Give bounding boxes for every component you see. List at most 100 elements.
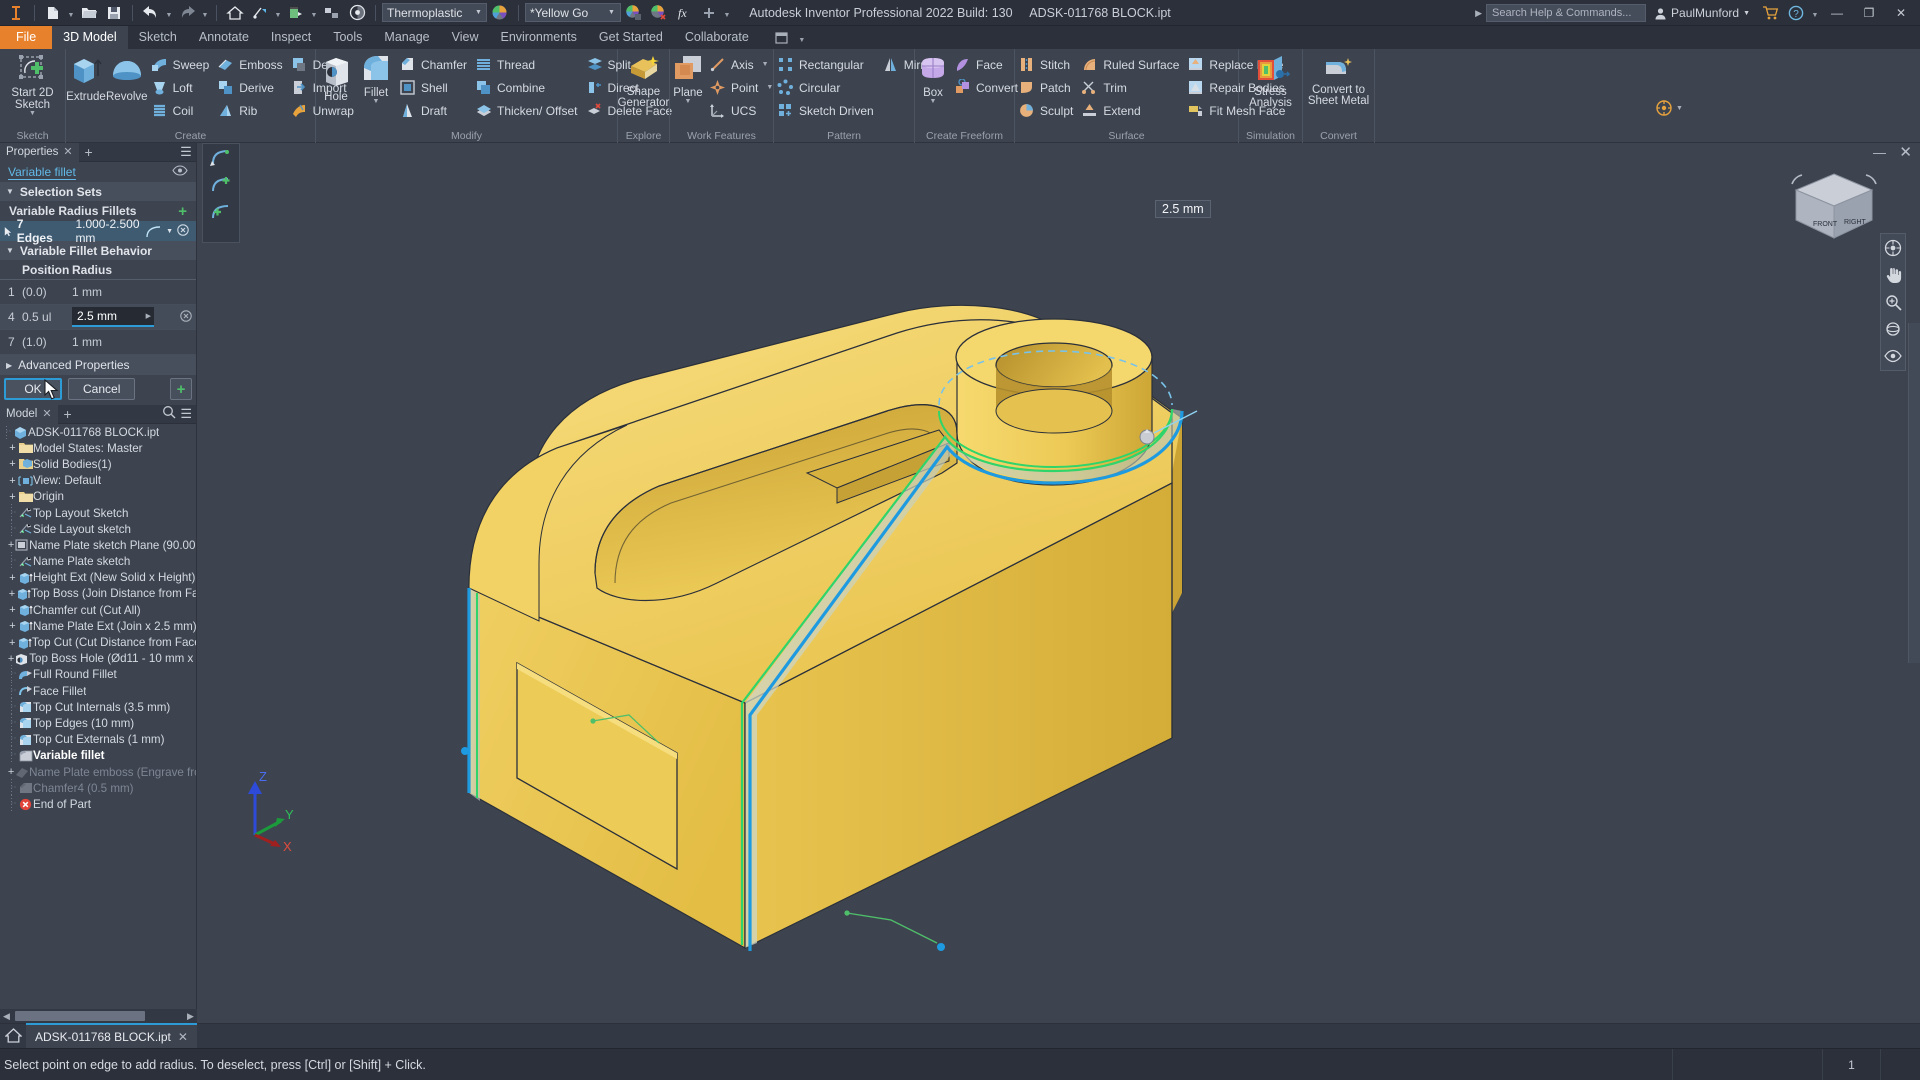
appearance-selector[interactable]: *Yellow Go ▼ xyxy=(524,3,621,22)
add-button[interactable]: + xyxy=(170,378,192,400)
model-tree-container[interactable]: ADSK-011768 BLOCK.ipt + Model States: Mast… xyxy=(0,424,196,1030)
add-tab-button[interactable]: + xyxy=(79,144,99,160)
chevron-down-icon[interactable]: ▼ xyxy=(762,61,769,68)
derive-button[interactable]: Derive xyxy=(214,76,287,99)
scroll-left-arrow-icon[interactable]: ◀ xyxy=(0,1011,13,1022)
tree-item[interactable]: + Top Cut (Cut Distance from Face) xyxy=(0,634,196,650)
ribbon-overflow[interactable]: ▼ xyxy=(1655,99,1683,117)
new-file-dropdown-caret[interactable]: ▼ xyxy=(66,2,76,24)
chevron-down-icon[interactable]: ▼ xyxy=(373,98,380,105)
ribbon-tab-view[interactable]: View xyxy=(441,26,490,49)
freeform-face-button[interactable]: Face xyxy=(951,53,1023,76)
ribbon-tab-sketch[interactable]: Sketch xyxy=(128,26,188,49)
fillet-row-radius-edit[interactable]: 2.5 mm ▶ xyxy=(72,307,176,327)
undo-dropdown-caret[interactable]: ▼ xyxy=(164,2,174,24)
scrollbar-thumb[interactable] xyxy=(15,1011,145,1021)
scroll-right-arrow-icon[interactable]: ▶ xyxy=(184,1011,197,1022)
extend-button[interactable]: Extend xyxy=(1078,99,1184,122)
tree-item[interactable]: End of Part xyxy=(0,794,196,812)
tree-item[interactable]: Name Plate sketch xyxy=(0,552,196,570)
tree-expander-icon[interactable]: + xyxy=(7,443,18,454)
cancel-button[interactable]: Cancel xyxy=(68,378,136,400)
close-icon[interactable]: ✕ xyxy=(63,143,72,162)
section-variable-fillet-behavior[interactable]: ▼ Variable Fillet Behavior xyxy=(0,241,196,260)
open-file-icon[interactable] xyxy=(77,2,101,24)
user-account-button[interactable]: PaulMunford ▼ xyxy=(1648,2,1756,24)
tree-item[interactable]: Full Round Fillet xyxy=(0,665,196,683)
ribbon-tab-tools[interactable]: Tools xyxy=(322,26,373,49)
fillet-row[interactable]: 4 0.5 ul 2.5 mm ▶ xyxy=(0,305,196,330)
tree-expander-icon[interactable]: + xyxy=(7,653,15,664)
loft-button[interactable]: Loft xyxy=(148,76,215,99)
ribbon-tab-environments[interactable]: Environments xyxy=(489,26,587,49)
update-dropdown-caret[interactable]: ▼ xyxy=(309,2,319,24)
chevron-down-icon[interactable]: ▼ xyxy=(685,98,692,105)
ribbon-display-icon[interactable] xyxy=(770,27,794,49)
stress-analysis-button[interactable]: Stress Analysis xyxy=(1242,51,1300,123)
freeform-box-button[interactable]: Box ▼ xyxy=(915,51,951,123)
new-file-icon[interactable] xyxy=(41,2,65,24)
tree-item[interactable]: Face Fillet xyxy=(0,681,196,699)
help-dropdown-caret[interactable]: ▼ xyxy=(1810,2,1820,24)
material-selector[interactable]: Thermoplastic ▼ xyxy=(382,3,487,22)
tree-item[interactable]: + View: Default xyxy=(0,473,196,489)
ribbon-tab-get-started[interactable]: Get Started xyxy=(588,26,674,49)
return-dropdown-caret[interactable]: ▼ xyxy=(273,2,283,24)
tree-item[interactable]: + Top Boss (Join Distance from Face) xyxy=(0,586,196,602)
add-browser-tab-button[interactable]: + xyxy=(58,406,78,422)
sweep-button[interactable]: Sweep xyxy=(148,53,215,76)
tree-item[interactable]: + Name Plate emboss (Engrave from Face x … xyxy=(0,764,196,780)
orbit-icon[interactable] xyxy=(1882,319,1904,339)
convert-sheet-metal-button[interactable]: Convert to Sheet Metal xyxy=(1306,51,1372,123)
fillet-row-position[interactable]: 0.5 ul xyxy=(22,310,72,324)
extrude-button[interactable]: Extrude xyxy=(66,51,106,123)
qat-dropdown-caret[interactable]: ▼ xyxy=(722,2,732,24)
tree-item[interactable]: + Chamfer cut (Cut All) xyxy=(0,602,196,618)
close-button[interactable]: ✕ xyxy=(1886,0,1916,26)
fillet-row-position[interactable]: (1.0) xyxy=(22,335,72,349)
view-cube[interactable]: FRONT RIGHT xyxy=(1788,168,1880,246)
material-browser-icon[interactable] xyxy=(488,2,512,24)
selection-row-edges[interactable]: 7 Edges 1.000-2.500 mm ▼ xyxy=(0,217,196,245)
fillet-row-position[interactable]: (0.0) xyxy=(22,285,72,299)
tree-horizontal-scrollbar[interactable]: ◀ ▶ xyxy=(0,1009,197,1023)
tree-item[interactable]: + Name Plate sketch Plane (90.00 deg to Y… xyxy=(0,537,196,553)
tree-item[interactable]: Top Cut Internals (3.5 mm) xyxy=(0,697,196,715)
undo-icon[interactable] xyxy=(139,2,163,24)
thread-button[interactable]: Thread xyxy=(472,53,582,76)
tree-expander-icon[interactable]: + xyxy=(7,605,18,616)
rib-button[interactable]: Rib xyxy=(214,99,287,122)
parameters-icon[interactable]: fx xyxy=(672,2,696,24)
ribbon-tab-3d-model[interactable]: 3D Model xyxy=(52,26,128,49)
emboss-button[interactable]: Emboss xyxy=(214,53,287,76)
start-2d-sketch-button[interactable]: Start 2D Sketch ▼ xyxy=(4,51,62,123)
search-icon[interactable] xyxy=(162,405,176,424)
chevron-down-icon[interactable]: ▼ xyxy=(766,84,773,91)
clear-selection-icon[interactable] xyxy=(177,223,189,239)
stitch-button[interactable]: Stitch xyxy=(1015,53,1078,76)
tree-expander-icon[interactable]: + xyxy=(7,637,18,648)
tree-expander-icon[interactable]: + xyxy=(7,475,18,486)
fillet-row[interactable]: 1 (0.0) 1 mm xyxy=(0,280,196,305)
clear-appearance-icon[interactable] xyxy=(647,2,671,24)
ok-button[interactable]: OK xyxy=(4,378,62,400)
model-menu-icon[interactable]: ☰ xyxy=(180,406,192,422)
update-icon[interactable] xyxy=(284,2,308,24)
graphics-window[interactable]: — ✕ 2.5 mm Z Y X FRONT RIGHT xyxy=(197,143,1920,1023)
appearance-browser-icon[interactable] xyxy=(622,2,646,24)
draft-button[interactable]: Draft xyxy=(396,99,472,122)
tree-expander-icon[interactable]: + xyxy=(7,540,15,551)
fillet-row[interactable]: 7 (1.0) 1 mm xyxy=(0,330,196,355)
pan-icon[interactable] xyxy=(1882,265,1904,285)
point-button[interactable]: Point ▼ xyxy=(706,76,778,99)
panel-menu-icon[interactable]: ☰ xyxy=(176,144,196,160)
tree-expander-icon[interactable]: + xyxy=(7,491,18,502)
home-icon[interactable] xyxy=(223,2,247,24)
ribbon-display-caret[interactable]: ▼ xyxy=(797,27,807,49)
search-expand-caret-icon[interactable]: ▶ xyxy=(1475,8,1482,19)
tree-item[interactable]: + Height Ext (New Solid x Height) xyxy=(0,570,196,586)
full-navigation-wheel-icon[interactable] xyxy=(1882,238,1904,258)
rectangular-pattern-button[interactable]: Rectangular xyxy=(774,53,879,76)
section-selection-sets[interactable]: ▼ Selection Sets xyxy=(0,182,196,201)
tab-properties[interactable]: Properties ✕ xyxy=(0,142,79,162)
